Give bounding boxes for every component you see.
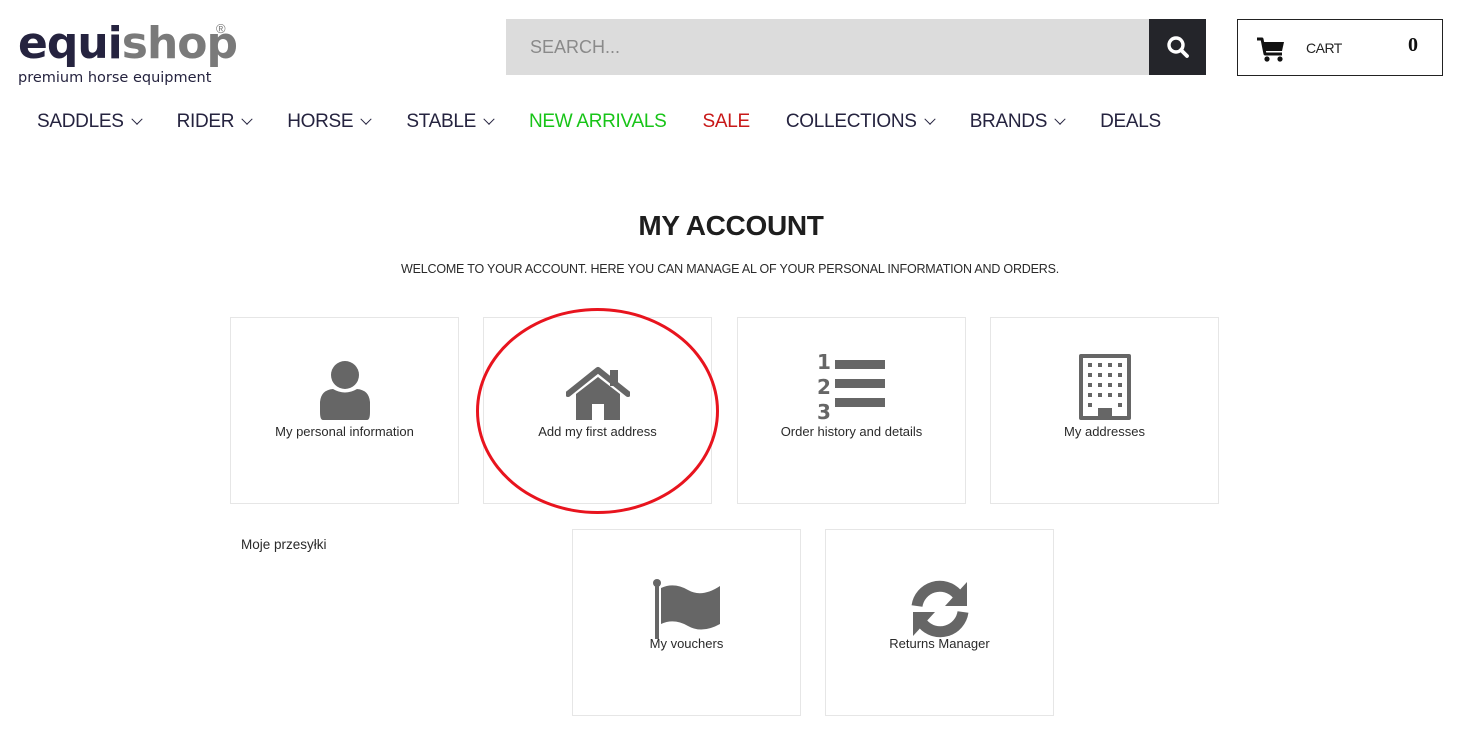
svg-text:2: 2 xyxy=(817,375,831,399)
tile-label: Returns Manager xyxy=(889,636,990,651)
refresh-icon xyxy=(911,580,968,638)
tile-label: My vouchers xyxy=(649,636,724,651)
nav-label: BRANDS xyxy=(969,111,1048,132)
chevron-down-icon xyxy=(360,113,372,125)
tile-personal-information[interactable]: My personal information xyxy=(230,317,459,504)
tile-label: My addresses xyxy=(1064,424,1145,439)
svg-text:3: 3 xyxy=(817,400,831,422)
building-icon xyxy=(1078,354,1131,420)
search-bar xyxy=(506,19,1206,75)
page-title: MY ACCOUNT xyxy=(638,210,824,241)
nav-sale[interactable]: SALE xyxy=(702,111,751,133)
ordered-list-icon: 1 2 3 xyxy=(817,350,885,422)
main-nav: SADDLES RIDER HORSE STABLE NEW ARRIVALS … xyxy=(37,109,1197,135)
tile-returns-manager[interactable]: Returns Manager xyxy=(825,529,1054,716)
flag-icon xyxy=(652,579,720,639)
nav-brands[interactable]: BRANDS xyxy=(969,111,1066,133)
home-icon xyxy=(565,367,630,420)
nav-label: SALE xyxy=(702,111,751,132)
tile-add-first-address[interactable]: Add my first address xyxy=(483,317,712,504)
nav-saddles[interactable]: SADDLES xyxy=(37,111,143,133)
nav-deals[interactable]: DEALS xyxy=(1100,111,1161,133)
logo-wordmark: equishop xyxy=(18,18,238,70)
nav-label: COLLECTIONS xyxy=(785,111,917,132)
nav-label: NEW ARRIVALS xyxy=(528,111,667,132)
shipments-link[interactable]: Moje przesyłki xyxy=(241,537,327,552)
chevron-down-icon xyxy=(130,113,143,125)
chevron-down-icon xyxy=(1054,113,1066,125)
chevron-down-icon xyxy=(483,113,495,125)
nav-rider[interactable]: RIDER xyxy=(176,111,253,133)
chevron-down-icon xyxy=(924,113,936,125)
chevron-down-icon xyxy=(241,113,253,125)
nav-label: SADDLES xyxy=(37,111,124,132)
tile-my-addresses[interactable]: My addresses xyxy=(990,317,1219,504)
cart-button[interactable]: CART 0 xyxy=(1237,19,1443,76)
logo-tagline: premium horse equipment xyxy=(18,70,212,86)
search-icon xyxy=(1166,36,1189,58)
nav-label: HORSE xyxy=(287,111,354,132)
nav-label: DEALS xyxy=(1100,111,1161,132)
tile-label: My personal information xyxy=(275,424,414,439)
tile-label: Order history and details xyxy=(780,424,923,439)
tile-order-history[interactable]: 1 2 3 Order history and details xyxy=(737,317,966,504)
user-icon xyxy=(319,361,370,420)
tile-my-vouchers[interactable]: My vouchers xyxy=(572,529,801,716)
cart-count: 0 xyxy=(1408,34,1418,56)
logo[interactable]: equishop ® premium horse equipment xyxy=(18,18,238,93)
nav-label: STABLE xyxy=(406,111,476,132)
search-button[interactable] xyxy=(1149,19,1206,75)
nav-new-arrivals[interactable]: NEW ARRIVALS xyxy=(529,111,667,133)
tile-label: Add my first address xyxy=(538,424,657,439)
nav-horse[interactable]: HORSE xyxy=(287,111,372,133)
svg-text:1: 1 xyxy=(817,350,831,374)
search-input[interactable] xyxy=(506,19,1149,75)
nav-label: RIDER xyxy=(176,111,235,132)
cart-icon xyxy=(1257,37,1284,62)
registered-mark: ® xyxy=(216,21,226,36)
nav-collections[interactable]: COLLECTIONS xyxy=(785,111,936,133)
nav-stable[interactable]: STABLE xyxy=(406,111,495,133)
logo-equi: equi xyxy=(18,18,123,69)
cart-label: CART xyxy=(1306,40,1342,56)
page-subtitle: WELCOME TO YOUR ACCOUNT. HERE YOU CAN MA… xyxy=(401,262,1059,276)
